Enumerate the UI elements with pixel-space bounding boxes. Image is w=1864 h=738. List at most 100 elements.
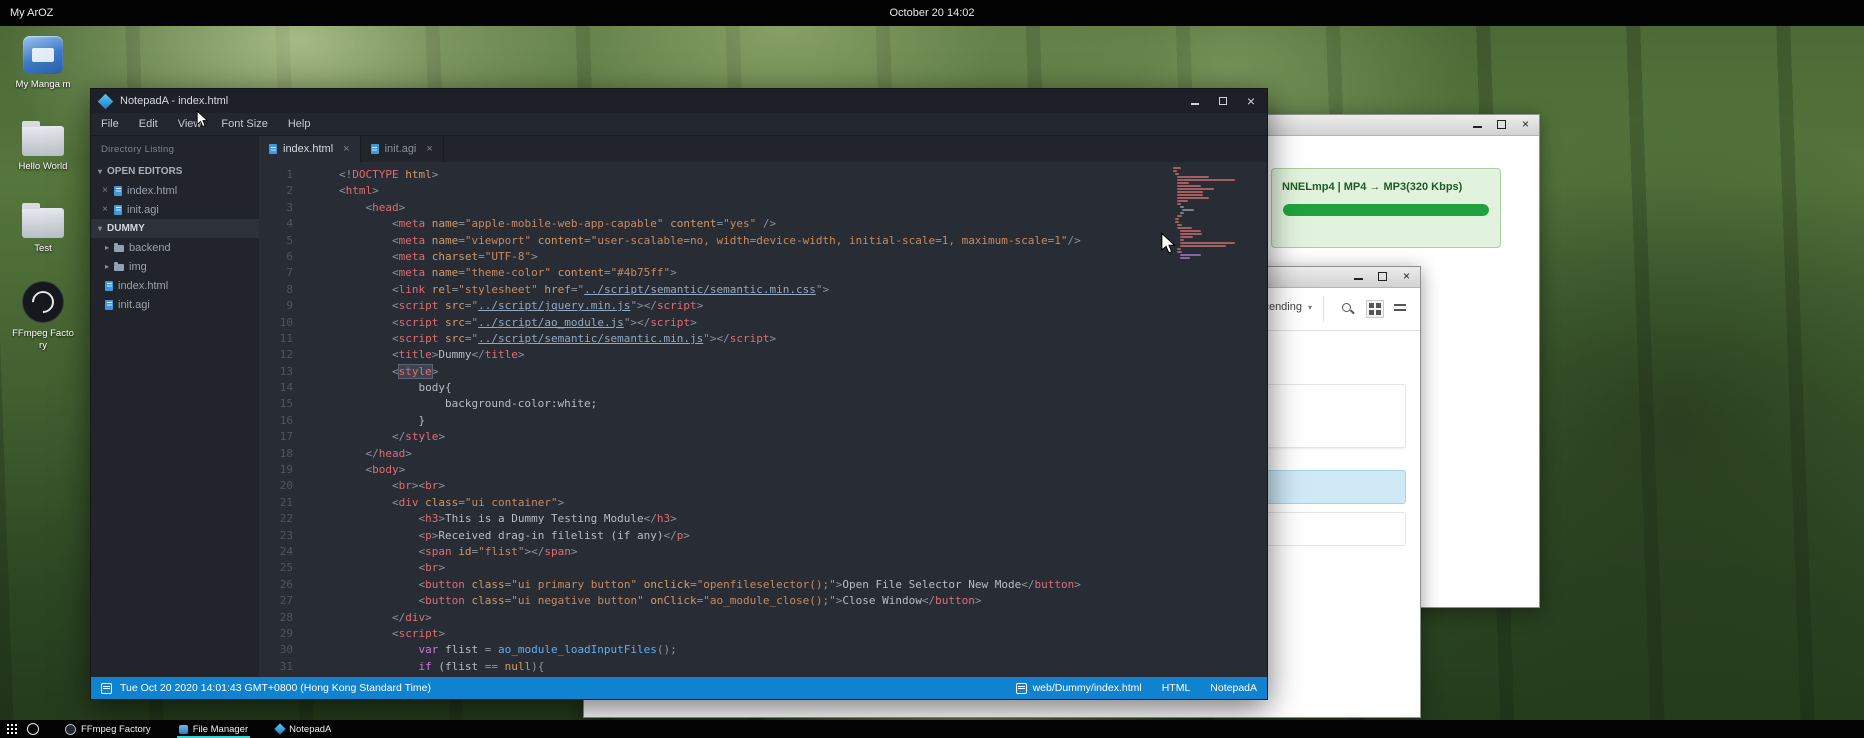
minimap-line (1177, 182, 1189, 184)
menu-view[interactable]: View (168, 113, 212, 135)
tab-index-html[interactable]: index.html× (259, 136, 361, 162)
desktop-icon-ffmpeg-factory[interactable]: FFmpeg Factory (10, 281, 76, 352)
close-icon[interactable]: × (101, 185, 109, 196)
taskbar-item-ffmpeg-factory[interactable]: FFmpeg Factory (57, 720, 159, 738)
tree-item-img[interactable]: ▸img (91, 257, 259, 276)
minimize-icon[interactable] (1189, 95, 1201, 107)
code-editor[interactable]: 1<!DOCTYPE html>2<html>3 <head>4 <meta n… (259, 162, 1267, 677)
tree-item-index-html[interactable]: index.html (91, 276, 259, 295)
tree-item-backend[interactable]: ▸backend (91, 238, 259, 257)
file-icon (1016, 683, 1027, 694)
np-icon (274, 723, 285, 734)
taskbar-item-notepada[interactable]: NotepadA (268, 720, 339, 738)
code-line[interactable]: 2<html> (259, 183, 1267, 199)
menu-help[interactable]: Help (278, 113, 321, 135)
code-line[interactable]: 15 background-color:white; (259, 396, 1267, 412)
open-editors-section[interactable]: ▾ OPEN EDITORS (91, 162, 259, 181)
code-line[interactable]: 8 <link rel="stylesheet" href="../script… (259, 282, 1267, 298)
desktop-icon-hello-world[interactable]: Hello World (10, 117, 76, 173)
line-number: 6 (259, 249, 293, 265)
code-line[interactable]: 22 <h3>This is a Dummy Testing Module</h… (259, 511, 1267, 527)
code-line[interactable]: 4 <meta name="apple-mobile-web-app-capab… (259, 216, 1267, 232)
maximize-icon[interactable] (1377, 271, 1388, 282)
code-line[interactable]: 26 <button class="ui primary button" onc… (259, 577, 1267, 593)
close-icon[interactable]: × (1401, 271, 1412, 282)
code-line[interactable]: 5 <meta name="viewport" content="user-sc… (259, 233, 1267, 249)
code-line[interactable]: 9 <script src="../script/jquery.min.js">… (259, 298, 1267, 314)
taskbar-items: FFmpeg Factory File Manager NotepadA (45, 720, 339, 738)
code-line[interactable]: 13 <style> (259, 364, 1267, 380)
code-line[interactable]: 14 body{ (259, 380, 1267, 396)
app-launcher-grid-icon[interactable] (6, 723, 18, 735)
close-icon[interactable]: × (101, 204, 109, 215)
minimap-line (1177, 200, 1188, 202)
code-line[interactable]: 6 <meta charset="UTF-8"> (259, 249, 1267, 265)
tab-init-agi[interactable]: init.agi× (361, 136, 444, 162)
minimap-line (1177, 194, 1202, 196)
code-line[interactable]: 20 <br><br> (259, 478, 1267, 494)
code-line[interactable]: 1<!DOCTYPE html> (259, 167, 1267, 183)
code-line[interactable]: 21 <div class="ui container"> (259, 495, 1267, 511)
code-line[interactable]: 31 if (flist == null){ (259, 659, 1267, 675)
line-number: 30 (259, 642, 293, 658)
line-number: 9 (259, 298, 293, 314)
minimap[interactable] (1173, 167, 1259, 260)
menu-edit[interactable]: Edit (129, 113, 168, 135)
close-icon[interactable]: × (426, 143, 432, 155)
code-line[interactable]: 27 <button class="ui negative button" on… (259, 593, 1267, 609)
notepada-logo-icon (98, 93, 114, 109)
project-root-dummy[interactable]: ▾ DUMMY (91, 219, 259, 238)
code-line[interactable]: 17 </style> (259, 429, 1267, 445)
minimap-line (1177, 179, 1234, 181)
code-line[interactable]: 29 <script> (259, 626, 1267, 642)
menu-file[interactable]: File (91, 113, 129, 135)
taskbar-item-file-manager[interactable]: File Manager (171, 720, 256, 738)
minimize-icon[interactable] (1353, 271, 1364, 282)
line-number: 17 (259, 429, 293, 445)
close-icon[interactable]: × (1520, 119, 1531, 130)
code-line[interactable]: 12 <title>Dummy</title> (259, 347, 1267, 363)
code-line[interactable]: 28 </div> (259, 610, 1267, 626)
menu-font-size[interactable]: Font Size (211, 113, 277, 135)
code-line[interactable]: 19 <body> (259, 462, 1267, 478)
search-icon[interactable] (1340, 301, 1356, 317)
desktop-icon-my-manga[interactable]: My Manga m (10, 36, 76, 91)
tree-item-init-agi[interactable]: init.agi (91, 295, 259, 314)
code-line[interactable]: 18 </head> (259, 446, 1267, 462)
minimap-line (1177, 251, 1181, 253)
minimap-line (1177, 176, 1209, 178)
code-line[interactable]: 25 <br> (259, 560, 1267, 576)
taskbar-item-label: FFmpeg Factory (81, 724, 151, 735)
line-number: 16 (259, 413, 293, 429)
open-editor-index-html[interactable]: ×index.html (91, 181, 259, 200)
taskbar-circle-icon[interactable] (27, 723, 39, 735)
open-editor-init-agi[interactable]: ×init.agi (91, 200, 259, 219)
notepada-titlebar[interactable]: NotepadA - index.html × (91, 89, 1267, 113)
close-icon[interactable]: × (343, 143, 349, 155)
minimap-line (1173, 170, 1177, 172)
file-icon (105, 281, 113, 291)
maximize-icon[interactable] (1496, 119, 1507, 130)
code-line[interactable]: 16 } (259, 413, 1267, 429)
line-number: 4 (259, 216, 293, 232)
close-icon[interactable]: × (1245, 95, 1257, 107)
code-line[interactable]: 3 <head> (259, 200, 1267, 216)
grid-view-icon[interactable] (1367, 301, 1383, 317)
code-line[interactable]: 11 <script src="../script/semantic/seman… (259, 331, 1267, 347)
project-root-label: DUMMY (107, 223, 145, 234)
minimize-icon[interactable] (1472, 119, 1483, 130)
code-line[interactable]: 23 <p>Received drag-in filelist (if any)… (259, 528, 1267, 544)
status-filepath[interactable]: web/Dummy/index.html (1033, 682, 1142, 694)
status-language[interactable]: HTML (1162, 682, 1191, 694)
desktop-icon-test[interactable]: Test (10, 199, 76, 255)
code-line[interactable]: 10 <script src="../script/ao_module.js">… (259, 315, 1267, 331)
code-line[interactable]: 24 <span id="flist"></span> (259, 544, 1267, 560)
list-view-icon[interactable] (1392, 301, 1408, 317)
code-line[interactable]: 7 <meta name="theme-color" content="#4b7… (259, 265, 1267, 281)
line-number: 25 (259, 560, 293, 576)
toolbar-divider (1323, 296, 1324, 322)
code-line[interactable]: 30 var flist = ao_module_loadInputFiles(… (259, 642, 1267, 658)
notepada-window[interactable]: NotepadA - index.html × FileEditViewFont… (90, 88, 1268, 700)
minimap-line (1180, 206, 1184, 208)
maximize-icon[interactable] (1217, 95, 1229, 107)
